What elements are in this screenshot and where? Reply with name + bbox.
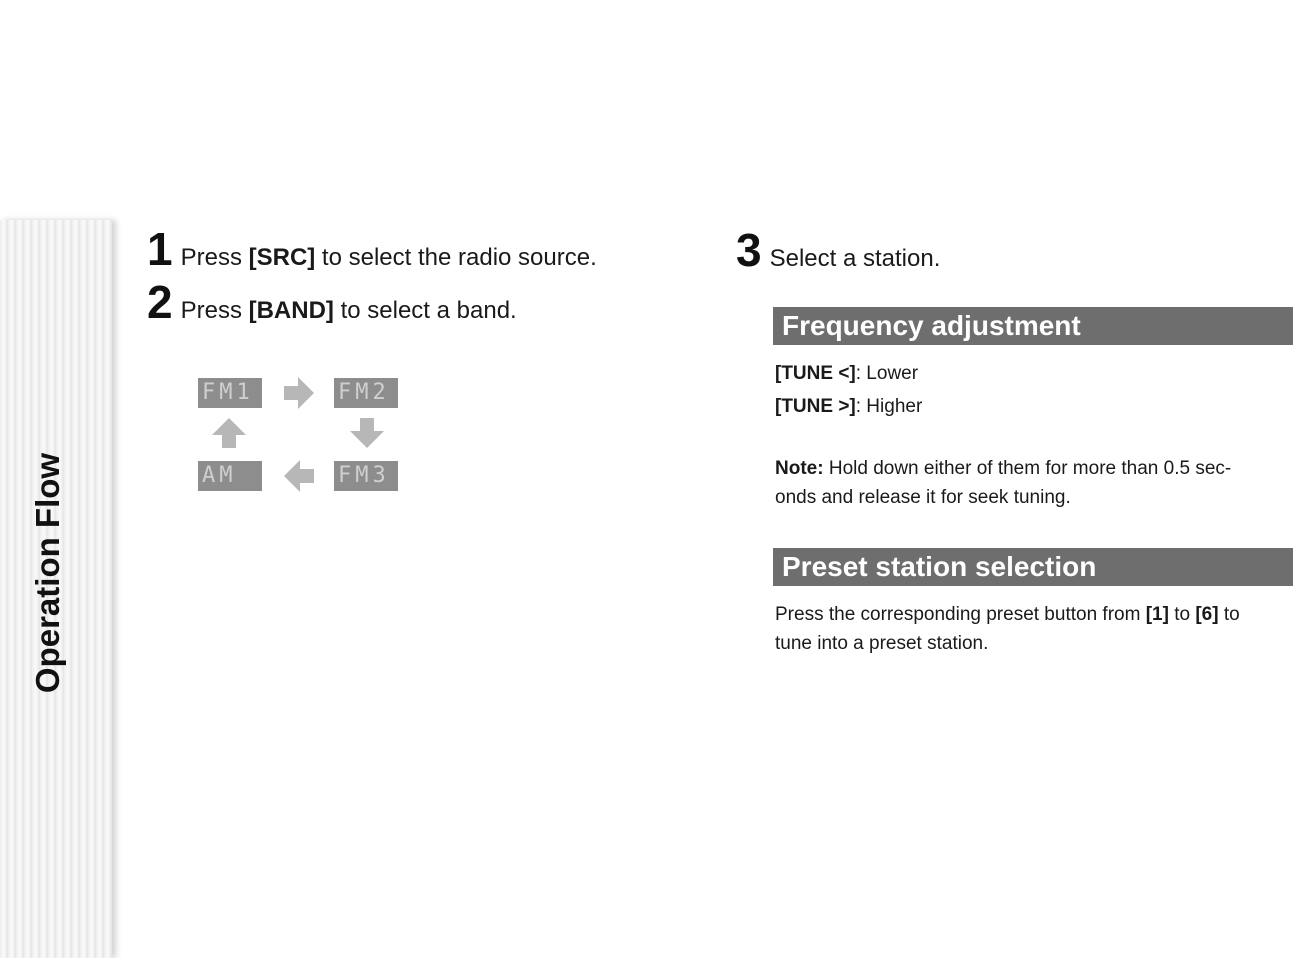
arrow-right-icon: [284, 377, 314, 409]
arrow-down-icon: [350, 418, 384, 448]
arrow-left-icon: [284, 460, 314, 492]
note-text: Note: Hold down either of them for more …: [775, 458, 1232, 508]
preset-text: Press the corresponding preset button fr…: [775, 604, 1240, 654]
lcd-fm3: FM3: [334, 461, 398, 491]
note-label: Note:: [775, 458, 824, 479]
step-number: 3: [736, 224, 762, 276]
step-3: 3 Select a station.: [736, 227, 940, 273]
step-2: 2 Press [BAND] to select a band.: [147, 279, 517, 325]
side-tab-label: Operation Flow: [29, 452, 66, 694]
step-number: 1: [147, 223, 173, 275]
key-label: [6]: [1195, 604, 1219, 625]
lcd-am: AM: [198, 461, 262, 491]
step-text: Press [BAND] to select a band.: [180, 297, 517, 324]
key-label: [TUNE >]: [775, 396, 856, 417]
lcd-fm1: FM1: [198, 378, 262, 408]
key-label: [SRC]: [248, 244, 316, 271]
step-text: Select a station.: [769, 245, 941, 272]
lcd-fm2: FM2: [334, 378, 398, 408]
key-label: [1]: [1145, 604, 1169, 625]
tune-higher-line: [TUNE >]: Higher: [775, 396, 923, 417]
section-heading-frequency: Frequency adjustment: [773, 307, 1293, 345]
key-label: [TUNE <]: [775, 363, 856, 384]
step-number: 2: [147, 276, 173, 328]
arrow-up-icon: [212, 418, 246, 448]
step-1: 1 Press [SRC] to select the radio source…: [147, 226, 597, 272]
step-text: Press [SRC] to select the radio source.: [180, 244, 597, 271]
key-label: [BAND]: [248, 297, 334, 324]
tune-lower-line: [TUNE <]: Lower: [775, 363, 919, 384]
section-heading-preset: Preset station selection: [773, 548, 1293, 586]
